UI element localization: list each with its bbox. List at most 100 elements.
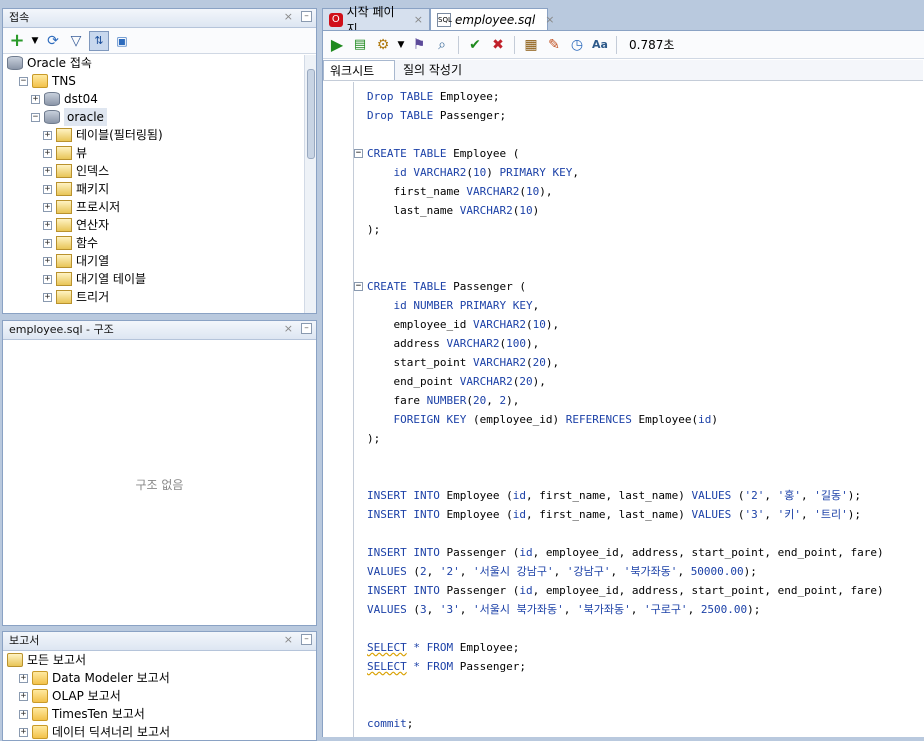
expand-icon[interactable]: + xyxy=(43,274,52,284)
folder-icon xyxy=(32,74,48,88)
expand-icon[interactable]: + xyxy=(43,292,52,302)
dropdown-arrow-icon[interactable]: ▼ xyxy=(396,35,406,55)
subtab-query-builder[interactable]: 질의 작성기 xyxy=(397,60,468,80)
run-statement-icon[interactable]: ▶ xyxy=(327,35,347,55)
rollback-icon[interactable]: ✖ xyxy=(488,35,508,55)
code-line: Drop TABLE Passenger; xyxy=(367,109,507,122)
minimize-icon[interactable]: – xyxy=(301,323,312,334)
connections-scrollbar[interactable] xyxy=(304,55,316,313)
code-line: id NUMBER PRIMARY KEY, xyxy=(393,299,540,312)
reports-tree: 모든 보고서 + Data Modeler 보고서 + OLAP 보고서 + TimesTe… xyxy=(3,651,316,740)
tree-item[interactable]: + 뷰 xyxy=(43,144,87,162)
tree-item-label: TimesTen 보고서 xyxy=(52,707,145,721)
sql-code-area[interactable]: Drop TABLE Employee; Drop TABLE Passenger… xyxy=(367,87,924,737)
subtab-worksheet[interactable]: 워크시트 xyxy=(323,60,395,80)
tree-item[interactable]: + OLAP 보고서 xyxy=(19,687,121,705)
tree-item[interactable]: + 인덱스 xyxy=(43,162,109,180)
tree-item[interactable]: + 함수 xyxy=(43,234,98,252)
tree-item[interactable]: − oracle xyxy=(31,108,107,126)
minimize-icon[interactable]: – xyxy=(301,634,312,645)
tab-label: employee.sql xyxy=(455,12,536,27)
history-icon[interactable]: ◷ xyxy=(567,35,587,55)
expand-icon[interactable]: + xyxy=(31,94,40,104)
tree-item[interactable]: + 패키지 xyxy=(43,180,109,198)
tree-item[interactable]: + 트리거 xyxy=(43,288,109,306)
tree-item[interactable]: + 대기열 xyxy=(43,252,109,270)
add-connection-icon[interactable]: + xyxy=(7,30,27,51)
reports-title: 보고서 xyxy=(9,634,40,647)
obj-icon xyxy=(56,146,72,160)
expand-icon[interactable]: + xyxy=(19,673,28,683)
sql-file-icon: SQL xyxy=(437,12,452,27)
autotrace-icon[interactable]: ⚙ xyxy=(373,35,393,55)
expand-icon[interactable]: + xyxy=(43,238,52,248)
tree-item[interactable]: + Data Modeler 보고서 xyxy=(19,669,170,687)
sql-history-icon[interactable]: ▦ xyxy=(521,35,541,55)
code-line: first_name VARCHAR2(10), xyxy=(367,185,553,198)
tab-employee-sql[interactable]: SQL employee.sql × xyxy=(430,8,554,30)
tree-item[interactable]: + 데이터 딕셔너리 보고서 xyxy=(19,723,171,740)
refresh-icon[interactable]: ⟳ xyxy=(43,31,63,51)
close-icon[interactable]: × xyxy=(284,634,293,645)
tree-item-label: 함수 xyxy=(76,236,99,250)
commit-icon[interactable]: ✔ xyxy=(465,35,485,55)
explain-plan-icon[interactable]: ⚑ xyxy=(409,35,429,55)
close-icon[interactable]: × xyxy=(284,11,293,22)
clear-icon[interactable]: ✎ xyxy=(544,35,564,55)
expand-icon[interactable]: + xyxy=(43,130,52,140)
format-icon[interactable]: Aa xyxy=(590,35,610,55)
code-line: ); xyxy=(367,432,381,445)
sql-tuning-icon[interactable]: ⌕ xyxy=(432,35,452,55)
fold-collapse-icon[interactable]: − xyxy=(354,282,363,291)
tree-item[interactable]: + 테이블(필터링됨) xyxy=(43,126,163,144)
schema-browser-icon[interactable]: ⇅ xyxy=(89,30,109,51)
expand-icon[interactable]: + xyxy=(43,148,52,158)
connections-tree: Oracle 접속 − TNS + dst04− oracle + 테이블(필터링됨) + 뷰 + 인… xyxy=(3,54,316,313)
tab-start-page[interactable]: O 시작 페이지 × xyxy=(322,5,430,36)
fold-collapse-icon[interactable]: − xyxy=(354,149,363,158)
tree-item[interactable]: + TimesTen 보고서 xyxy=(19,705,145,723)
toolbar-separator xyxy=(458,35,459,54)
filter-icon[interactable]: ▽ xyxy=(66,31,86,51)
tree-item[interactable]: + 대기열 테이블 xyxy=(43,270,146,288)
code-line: start_point VARCHAR2(20), xyxy=(367,356,560,369)
collapse-icon[interactable]: − xyxy=(19,76,28,86)
toolbar-separator xyxy=(616,35,617,54)
expand-icon[interactable]: + xyxy=(43,184,52,194)
close-icon[interactable]: × xyxy=(414,13,423,26)
report-icon xyxy=(7,653,23,667)
structure-title: employee.sql - 구조 xyxy=(9,323,114,336)
connections-title: 접속 xyxy=(9,11,30,24)
tree-item[interactable]: − TNS xyxy=(19,72,76,90)
tree-item-label: 데이터 딕셔너리 보고서 xyxy=(52,725,171,739)
obj-icon xyxy=(56,254,72,268)
expand-icon[interactable]: + xyxy=(19,709,28,719)
close-icon[interactable]: × xyxy=(545,13,554,26)
code-line: Drop TABLE Employee; xyxy=(367,90,500,103)
reports-header: 보고서 × – xyxy=(3,632,316,651)
tree-item[interactable]: + dst04 xyxy=(31,90,98,108)
connection-window-icon[interactable]: ▣ xyxy=(112,31,132,51)
tree-item[interactable]: Oracle 접속 xyxy=(7,54,92,72)
code-line: INSERT INTO Employee (id, first_name, la… xyxy=(367,489,862,502)
tree-item[interactable]: 모든 보고서 xyxy=(7,651,86,669)
expand-icon[interactable]: + xyxy=(43,220,52,230)
run-script-icon[interactable]: ▤ xyxy=(350,35,370,55)
expand-icon[interactable]: + xyxy=(19,691,28,701)
collapse-icon[interactable]: − xyxy=(31,112,40,122)
dropdown-arrow-icon[interactable]: ▼ xyxy=(30,31,40,51)
expand-icon[interactable]: + xyxy=(43,256,52,266)
tree-item[interactable]: + 연산자 xyxy=(43,216,109,234)
close-icon[interactable]: × xyxy=(284,323,293,334)
scrollbar-thumb[interactable] xyxy=(307,69,315,159)
expand-icon[interactable]: + xyxy=(19,727,28,737)
obj-icon xyxy=(56,236,72,250)
connections-panel: 접속 × – + ▼ ⟳ ▽ ⇅ ▣ Oracle 접속 − TNS + dst04 − o… xyxy=(2,8,317,314)
obj-icon xyxy=(56,182,72,196)
expand-icon[interactable]: + xyxy=(43,202,52,212)
editor-toolbar: ▶ ▤ ⚙ ▼ ⚑ ⌕ ✔ ✖ ▦ ✎ ◷ Aa 0.787초 xyxy=(323,31,924,59)
expand-icon[interactable]: + xyxy=(43,166,52,176)
minimize-icon[interactable]: – xyxy=(301,11,312,22)
folder-icon xyxy=(32,689,48,703)
tree-item[interactable]: + 프로시저 xyxy=(43,198,120,216)
